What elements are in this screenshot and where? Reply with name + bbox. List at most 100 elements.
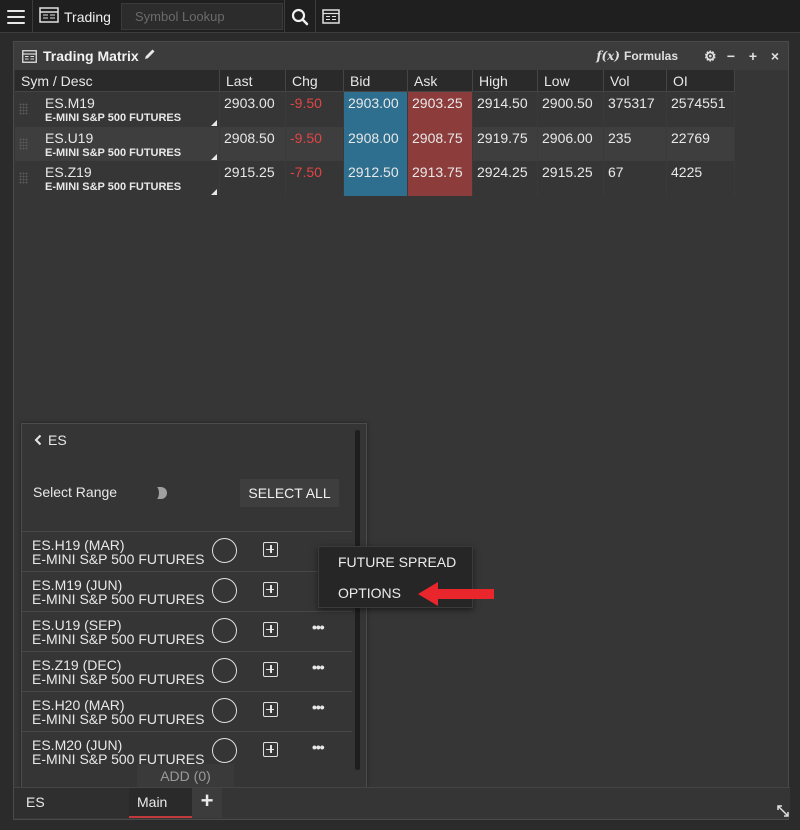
high-cell: 2914.50 <box>473 92 538 127</box>
ask-cell[interactable]: 2913.75 <box>408 161 473 196</box>
select-radio[interactable] <box>212 658 237 683</box>
symbol-lookup-input[interactable] <box>121 3 283 30</box>
search-icon <box>291 8 309 25</box>
high-cell: 2919.75 <box>473 126 538 161</box>
oi-cell: 4225 <box>667 161 735 196</box>
resize-arrows-icon[interactable] <box>776 804 790 818</box>
select-radio[interactable] <box>212 538 237 563</box>
grid-window-icon <box>22 49 37 63</box>
select-radio[interactable] <box>212 698 237 723</box>
pencil-icon <box>144 49 155 59</box>
select-radio[interactable] <box>212 738 237 763</box>
expand-corner-icon[interactable] <box>211 154 217 160</box>
symbol-desc-cell: E-MINI S&P 500 FUTURES <box>45 112 182 124</box>
quote-grid: Sym / Desc Last Chg Bid Ask High Low Vol… <box>15 70 735 196</box>
symbol-cell: ES.U19 <box>45 129 94 146</box>
oi-cell: 22769 <box>667 126 735 161</box>
column-header-last[interactable]: Last <box>220 70 286 91</box>
drag-handle-icon[interactable] <box>19 172 28 184</box>
add-square-icon[interactable] <box>263 622 278 637</box>
table-row[interactable]: ES.U19 E-MINI S&P 500 FUTURES 2908.50 -9… <box>15 126 735 161</box>
expand-corner-icon[interactable] <box>211 188 217 195</box>
vol-cell: 235 <box>604 126 667 161</box>
select-radio[interactable] <box>212 578 237 603</box>
window-title: Trading Matrix <box>43 48 139 64</box>
list-item[interactable]: ES.Z19 (DEC) E-MINI S&P 500 FUTURES ••• <box>22 651 352 691</box>
bid-cell[interactable]: 2912.50 <box>344 161 408 196</box>
add-square-icon[interactable] <box>263 582 278 597</box>
column-header-sym[interactable]: Sym / Desc <box>15 70 220 91</box>
search-button[interactable] <box>284 0 316 33</box>
drag-handle-icon[interactable] <box>19 103 28 115</box>
contract-desc: E-MINI S&P 500 FUTURES <box>32 631 205 647</box>
expand-corner-icon[interactable] <box>211 119 217 126</box>
window-title-bar[interactable]: Trading Matrix f(x) Formulas ⚙ − + × <box>14 42 788 70</box>
last-cell: 2903.00 <box>220 92 286 127</box>
symbol-desc-cell: E-MINI S&P 500 FUTURES <box>45 146 182 159</box>
column-header-ask[interactable]: Ask <box>408 70 473 91</box>
chg-cell: -7.50 <box>286 161 344 196</box>
list-item[interactable]: ES.H20 (MAR) E-MINI S&P 500 FUTURES ••• <box>22 691 352 731</box>
bid-cell[interactable]: 2903.00 <box>344 92 408 127</box>
drag-handle-icon[interactable] <box>19 137 28 150</box>
menu-item-future-spread[interactable]: FUTURE SPREAD <box>319 547 472 578</box>
column-header-vol[interactable]: Vol <box>604 70 667 91</box>
more-options-icon[interactable]: ••• <box>312 659 325 675</box>
list-item[interactable]: ES.U19 (SEP) E-MINI S&P 500 FUTURES ••• <box>22 611 352 651</box>
column-header-low[interactable]: Low <box>538 70 604 91</box>
function-icon: f(x) <box>596 49 620 63</box>
tab-main[interactable]: Main <box>129 788 192 818</box>
maximize-plus-icon[interactable]: + <box>748 48 758 64</box>
ask-cell[interactable]: 2903.25 <box>408 92 473 127</box>
table-row[interactable]: ES.Z19 E-MINI S&P 500 FUTURES 2915.25 -7… <box>15 161 735 196</box>
column-header-oi[interactable]: OI <box>667 70 735 91</box>
column-header-high[interactable]: High <box>473 70 538 91</box>
select-radio[interactable] <box>212 618 237 643</box>
top-toolbar: Trading <box>0 0 800 33</box>
list-item[interactable]: ES.M19 (JUN) E-MINI S&P 500 FUTURES <box>22 571 352 611</box>
list-item[interactable]: ES.H19 (MAR) E-MINI S&P 500 FUTURES <box>22 531 352 571</box>
settings-gear-icon[interactable]: ⚙ <box>704 48 717 65</box>
oi-cell: 2574551 <box>667 92 735 127</box>
add-square-icon[interactable] <box>263 702 278 717</box>
add-square-icon[interactable] <box>263 542 278 557</box>
news-button[interactable] <box>317 0 345 33</box>
formulas-label: Formulas <box>623 49 678 63</box>
vol-cell: 375317 <box>604 92 667 127</box>
workspace-trading-button[interactable]: Trading <box>34 0 119 33</box>
select-all-button[interactable]: SELECT ALL <box>240 479 339 507</box>
column-header-bid[interactable]: Bid <box>344 70 408 91</box>
hamburger-menu-button[interactable] <box>0 0 33 33</box>
back-label: ES <box>48 432 67 448</box>
close-icon[interactable]: × <box>770 48 780 64</box>
add-square-icon[interactable] <box>263 662 278 677</box>
add-tab-button[interactable]: + <box>192 788 222 818</box>
low-cell: 2906.00 <box>538 126 604 161</box>
high-cell: 2924.25 <box>473 161 538 196</box>
red-arrow-annotation-icon <box>418 582 494 606</box>
formulas-button[interactable]: f(x) Formulas <box>596 49 678 63</box>
edit-title-button[interactable] <box>144 47 156 65</box>
symbol-chain-panel: ES Select Range SELECT ALL ES.H19 (MAR) … <box>21 423 367 792</box>
table-row[interactable]: ES.M19 E-MINI S&P 500 FUTURES 2903.00 -9… <box>15 92 735 127</box>
minimize-icon[interactable]: − <box>726 48 736 64</box>
add-square-icon[interactable] <box>263 742 278 757</box>
low-cell: 2900.50 <box>538 92 604 127</box>
grid-header: Sym / Desc Last Chg Bid Ask High Low Vol… <box>15 70 735 92</box>
back-button[interactable]: ES <box>34 432 67 448</box>
column-header-chg[interactable]: Chg <box>286 70 344 91</box>
newspaper-icon <box>322 9 340 24</box>
workspace-tab-bar: ES Main + <box>14 787 790 818</box>
vol-cell: 67 <box>604 161 667 196</box>
more-options-icon[interactable]: ••• <box>312 619 325 635</box>
bid-cell[interactable]: 2908.00 <box>344 126 408 161</box>
tab-es[interactable]: ES <box>14 788 129 818</box>
more-options-icon[interactable]: ••• <box>312 739 325 755</box>
ask-cell[interactable]: 2908.75 <box>408 126 473 161</box>
symbol-cell: ES.M19 <box>45 95 95 111</box>
chg-cell: -9.50 <box>286 126 344 161</box>
add-button[interactable]: ADD (0) <box>137 764 234 788</box>
more-options-icon[interactable]: ••• <box>312 699 325 715</box>
contract-desc: E-MINI S&P 500 FUTURES <box>32 591 205 607</box>
select-range-toggle[interactable] <box>137 482 169 504</box>
